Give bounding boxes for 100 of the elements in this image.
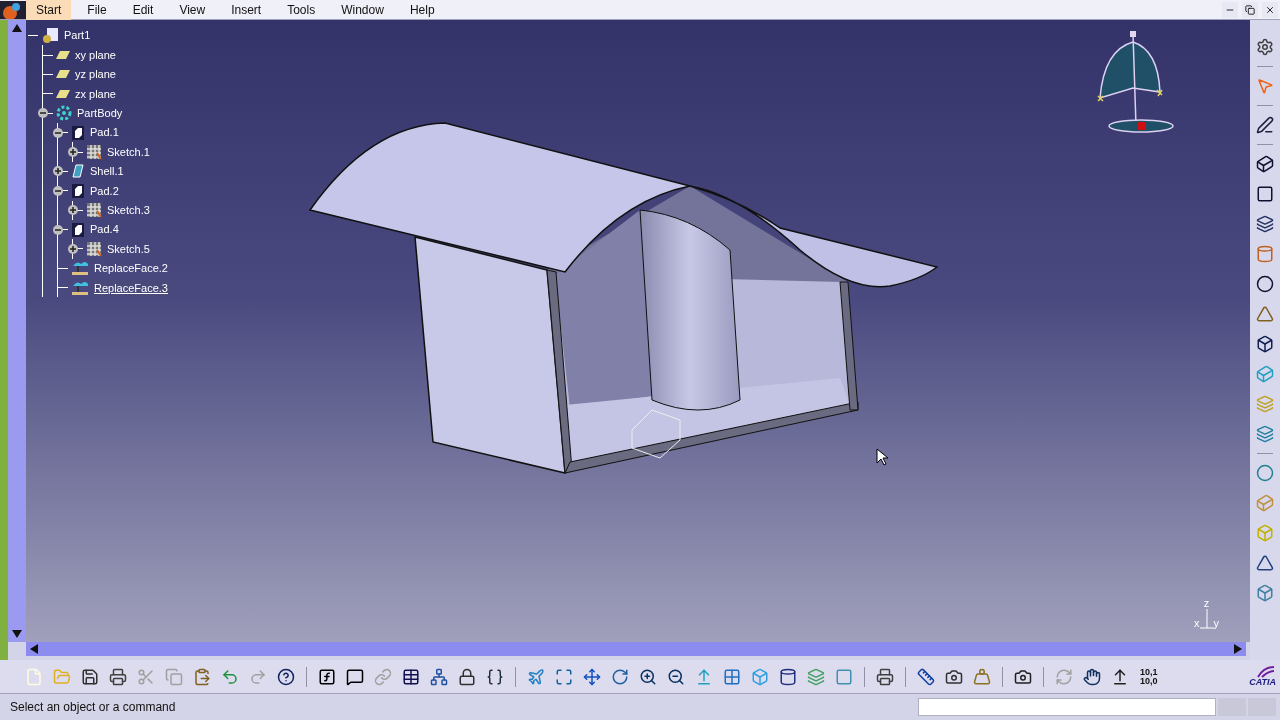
expand-icon[interactable]: [68, 147, 78, 158]
tree-item[interactable]: Sketch.1: [105, 143, 152, 161]
measure-icon: [917, 667, 935, 686]
expand-icon[interactable]: [68, 205, 78, 216]
restore-icon: [1245, 4, 1255, 15]
pan-icon: [583, 667, 601, 686]
menu-item[interactable]: Insert: [221, 0, 272, 20]
airplane-icon: [527, 667, 545, 686]
tree-item[interactable]: Part1: [62, 27, 93, 44]
tree-item[interactable]: yz plane: [73, 66, 118, 83]
lock-icon: [458, 667, 476, 686]
horizontal-scrollbar[interactable]: [26, 642, 1246, 656]
plane-icon: [56, 51, 70, 60]
tree-item[interactable]: Sketch.3: [105, 201, 152, 219]
cube-icon: [751, 667, 769, 686]
axis-label: y: [1213, 618, 1219, 629]
collapse-icon[interactable]: [53, 127, 63, 138]
menu-item[interactable]: Help: [399, 0, 445, 20]
menu-item[interactable]: Start: [26, 0, 72, 20]
weight-icon: [973, 667, 991, 686]
tree-item[interactable]: Pad.4: [88, 221, 121, 238]
scroll-up-icon[interactable]: [12, 24, 22, 32]
mouse-cursor-icon: [876, 448, 888, 466]
axis-label: z: [1203, 598, 1210, 609]
fit-all-icon: [555, 667, 573, 686]
cylinder-icon: [779, 667, 797, 686]
expand-icon[interactable]: [68, 244, 78, 254]
settings-icon: [1256, 38, 1274, 56]
sketch-icon: [86, 144, 102, 161]
undo-icon: [221, 667, 239, 686]
face-icon: [71, 260, 89, 277]
vertical-scrollbar[interactable]: [8, 20, 26, 642]
tree-item[interactable]: PartBody: [75, 105, 125, 122]
sketch-tool-icon: [1256, 116, 1274, 134]
tree-item[interactable]: Shell.1: [88, 163, 126, 180]
collapse-icon[interactable]: [38, 108, 48, 119]
folder-icon: [53, 667, 71, 686]
tree-item[interactable]: Pad.1: [88, 124, 121, 141]
menu-item[interactable]: View: [169, 0, 216, 20]
rotate-icon: [611, 667, 629, 686]
collapse-icon[interactable]: [53, 224, 63, 235]
brand-logo: CATIA: [1249, 678, 1276, 687]
tree-item[interactable]: Pad.2: [88, 182, 121, 200]
new-file-icon: [25, 667, 43, 686]
axis-label: x: [1194, 618, 1200, 629]
pad-icon: [71, 124, 85, 141]
axis-triad-icon: [1199, 609, 1214, 629]
sketch-icon: [86, 241, 102, 257]
zoom-in-icon: [639, 667, 657, 686]
hand-icon: [1083, 667, 1101, 686]
scroll-right-icon[interactable]: [1234, 644, 1242, 654]
camera-icon: [1014, 667, 1032, 686]
sketch-tool-button[interactable]: [1254, 114, 1276, 136]
menu-item[interactable]: Tools: [277, 0, 326, 20]
tree-item[interactable]: xy plane: [73, 46, 118, 64]
paste-icon: [193, 667, 211, 686]
function-icon: [318, 667, 336, 686]
comment-icon: [346, 667, 364, 686]
link-icon: [374, 667, 392, 686]
copy-icon: [165, 667, 183, 686]
tree-item[interactable]: zx plane: [73, 85, 118, 103]
scroll-down-icon[interactable]: [12, 630, 22, 638]
expand-icon[interactable]: [53, 166, 63, 177]
help-icon: [277, 667, 295, 686]
menu-item[interactable]: Window: [331, 0, 394, 20]
face-icon: [71, 279, 89, 296]
network-icon: [430, 667, 448, 686]
restore-button[interactable]: [1242, 1, 1258, 18]
settings-button[interactable]: [1254, 36, 1276, 58]
tree-item[interactable]: ReplaceFace.2: [92, 260, 170, 277]
shell-icon: [71, 163, 85, 180]
cursor-icon: [1256, 77, 1274, 95]
scissors-icon: [137, 667, 155, 686]
status-message: Select an object or a command: [9, 699, 176, 716]
table-icon: [402, 667, 420, 686]
save-icon: [81, 667, 99, 686]
part-icon: [41, 26, 59, 45]
sketch-icon: [86, 202, 102, 219]
printer-icon: [109, 667, 127, 686]
command-input[interactable]: [918, 698, 1216, 716]
pad-icon: [71, 182, 85, 199]
plane-icon: [56, 89, 70, 98]
tree-item[interactable]: Sketch.5: [105, 240, 152, 258]
body-icon: [56, 105, 72, 122]
multi-view-icon: [723, 667, 741, 686]
zoom-out-icon: [667, 667, 685, 686]
close-icon: [1265, 4, 1275, 15]
close-button[interactable]: [1262, 1, 1278, 18]
grid-toggle-button[interactable]: 10,1 10,0: [1140, 667, 1158, 686]
redo-icon: [249, 667, 267, 686]
collapse-icon[interactable]: [53, 185, 63, 196]
braces-icon: [486, 667, 504, 686]
scroll-left-icon[interactable]: [30, 644, 38, 654]
menu-item[interactable]: Edit: [122, 0, 164, 20]
ds-logo-icon: [1256, 666, 1276, 678]
3d-viewport[interactable]: Part1 xy plane yz plane zx plane PartBody Pad.1 Sketch.1 Shell.1 Pad.2 Sketch.3 Pad.4 Sketch.5 ReplaceFace.2 ReplaceFace.3 x z y: [26, 20, 1250, 642]
menu-item[interactable]: File: [77, 0, 117, 20]
pad-icon: [71, 221, 85, 238]
plane-icon: [56, 70, 70, 79]
tree-item[interactable]: ReplaceFace.3: [92, 279, 170, 296]
